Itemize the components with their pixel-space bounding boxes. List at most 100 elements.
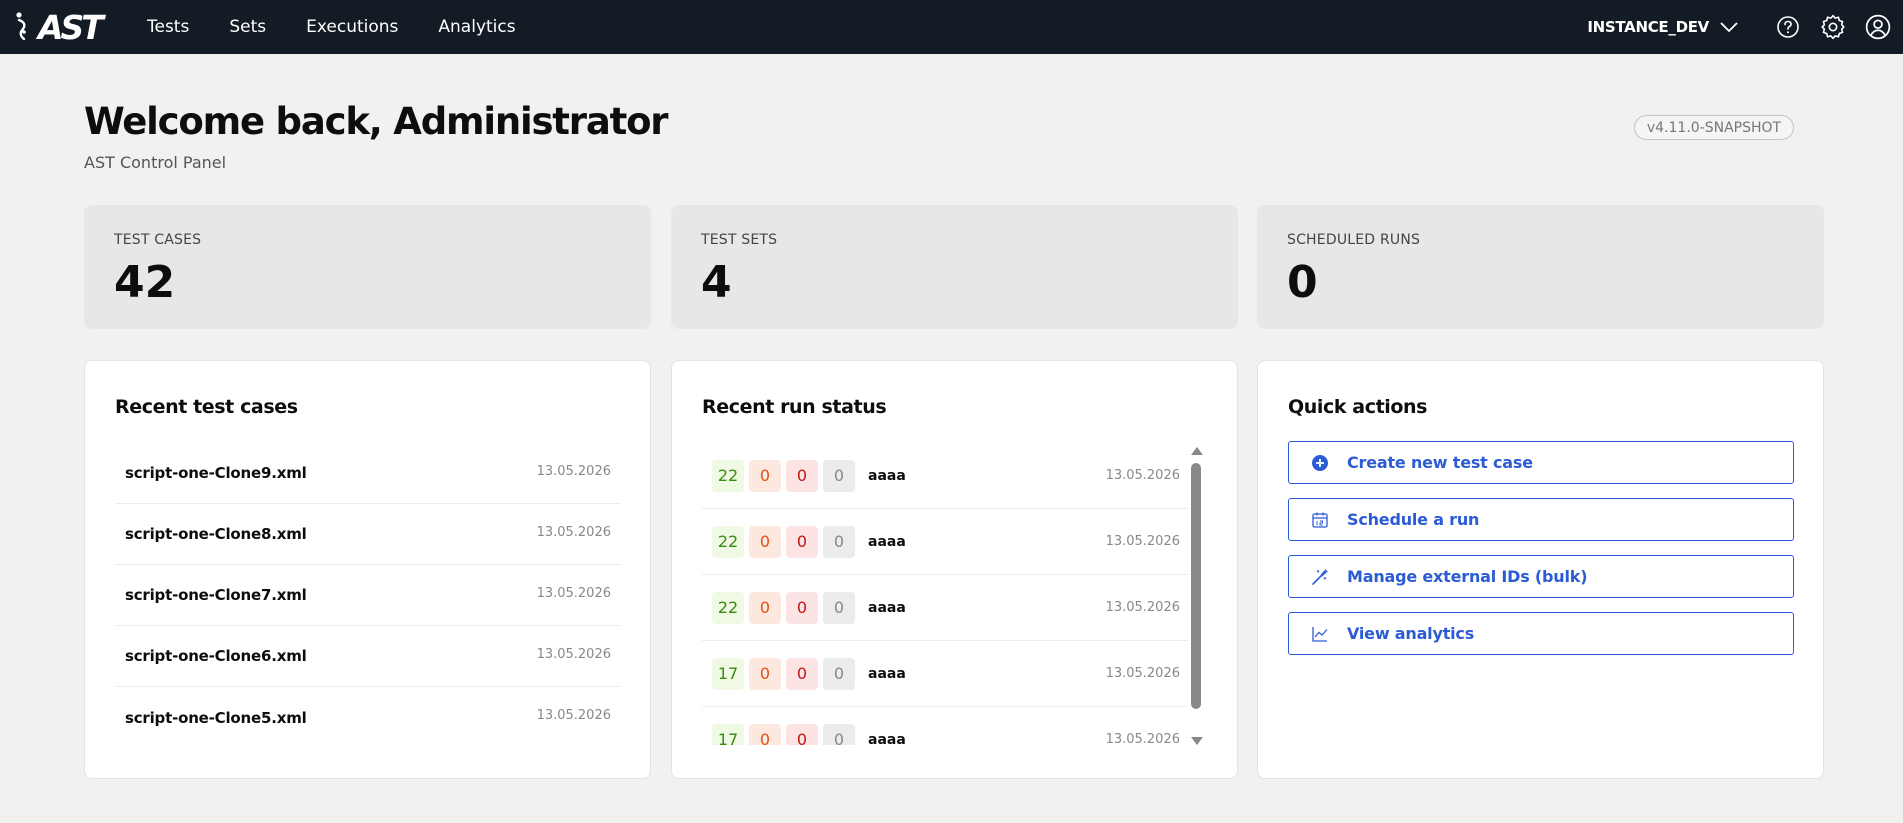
passed-count-badge: 22 bbox=[712, 525, 744, 558]
failed-count-badge: 0 bbox=[749, 657, 781, 690]
run-name: aaaa bbox=[868, 599, 906, 616]
logo-mark-icon bbox=[16, 12, 26, 41]
test-case-date: 13.05.2026 bbox=[536, 646, 611, 662]
error-count-badge: 0 bbox=[786, 591, 818, 624]
stat-card-test-cases[interactable]: TEST CASES 42 bbox=[84, 205, 651, 329]
calendar-icon bbox=[1311, 511, 1329, 529]
skipped-count-badge: 0 bbox=[823, 657, 855, 690]
button-label: Manage external IDs (bulk) bbox=[1347, 567, 1588, 586]
recent-test-cases-panel: Recent test cases script-one-Clone9.xml … bbox=[84, 360, 651, 779]
stat-label: TEST CASES bbox=[114, 232, 202, 248]
list-item[interactable]: script-one-Clone5.xml 13.05.2026 bbox=[115, 687, 621, 748]
recent-run-status-panel: Recent run status 22 0 0 0 aaaa 13.05.20… bbox=[671, 360, 1238, 779]
list-item[interactable]: script-one-Clone9.xml 13.05.2026 bbox=[115, 443, 621, 504]
skipped-count-badge: 0 bbox=[823, 459, 855, 492]
nav-analytics[interactable]: Analytics bbox=[438, 17, 515, 37]
run-name: aaaa bbox=[868, 533, 906, 550]
button-label: View analytics bbox=[1347, 624, 1475, 643]
top-navbar: AST Tests Sets Executions Analytics INST… bbox=[0, 0, 1903, 54]
passed-count-badge: 22 bbox=[712, 459, 744, 492]
failed-count-badge: 0 bbox=[749, 591, 781, 624]
view-analytics-button[interactable]: View analytics bbox=[1288, 612, 1794, 655]
passed-count-badge: 17 bbox=[712, 657, 744, 690]
list-item[interactable]: script-one-Clone7.xml 13.05.2026 bbox=[115, 565, 621, 626]
scroll-down-arrow-icon[interactable] bbox=[1191, 737, 1203, 745]
skipped-count-badge: 0 bbox=[823, 723, 855, 745]
page-subtitle: AST Control Panel bbox=[84, 153, 227, 172]
plus-circle-icon bbox=[1311, 454, 1329, 472]
error-count-badge: 0 bbox=[786, 657, 818, 690]
passed-count-badge: 22 bbox=[712, 591, 744, 624]
scrollbar-thumb[interactable] bbox=[1191, 463, 1201, 709]
manage-external-ids-button[interactable]: Manage external IDs (bulk) bbox=[1288, 555, 1794, 598]
failed-count-badge: 0 bbox=[749, 723, 781, 745]
main-nav: Tests Sets Executions Analytics bbox=[147, 0, 556, 54]
scrollbar[interactable] bbox=[1190, 447, 1203, 747]
chevron-down-icon bbox=[1720, 22, 1738, 33]
panel-title: Recent run status bbox=[702, 396, 887, 418]
stat-label: SCHEDULED RUNS bbox=[1287, 232, 1421, 248]
logo[interactable]: AST bbox=[14, 6, 104, 48]
nav-tests[interactable]: Tests bbox=[147, 17, 189, 37]
error-count-badge: 0 bbox=[786, 525, 818, 558]
test-case-date: 13.05.2026 bbox=[536, 585, 611, 601]
help-icon[interactable] bbox=[1775, 14, 1801, 40]
stat-value: 42 bbox=[114, 257, 176, 308]
error-count-badge: 0 bbox=[786, 459, 818, 492]
chart-line-icon bbox=[1311, 625, 1329, 643]
logo-text: AST bbox=[38, 7, 104, 47]
scroll-up-arrow-icon[interactable] bbox=[1191, 447, 1203, 455]
page-title: Welcome back, Administrator bbox=[84, 100, 669, 143]
failed-count-badge: 0 bbox=[749, 525, 781, 558]
schedule-run-button[interactable]: Schedule a run bbox=[1288, 498, 1794, 541]
quick-actions-list: Create new test case Schedule a run Mana… bbox=[1288, 441, 1794, 669]
instance-name: INSTANCE_DEV bbox=[1587, 18, 1709, 36]
run-date: 13.05.2026 bbox=[1105, 468, 1180, 483]
test-case-date: 13.05.2026 bbox=[536, 524, 611, 540]
magic-wand-icon bbox=[1311, 568, 1329, 586]
nav-executions[interactable]: Executions bbox=[306, 17, 398, 37]
table-row[interactable]: 22 0 0 0 aaaa 13.05.2026 bbox=[702, 509, 1188, 575]
test-case-name: script-one-Clone5.xml bbox=[125, 708, 307, 727]
nav-right: INSTANCE_DEV bbox=[1587, 0, 1903, 54]
stat-value: 0 bbox=[1287, 257, 1318, 308]
skipped-count-badge: 0 bbox=[823, 591, 855, 624]
test-case-name: script-one-Clone6.xml bbox=[125, 647, 307, 665]
quick-actions-panel: Quick actions Create new test case Sched… bbox=[1257, 360, 1824, 779]
run-date: 13.05.2026 bbox=[1105, 534, 1180, 549]
button-label: Schedule a run bbox=[1347, 510, 1480, 529]
panel-title: Recent test cases bbox=[115, 396, 298, 418]
table-row[interactable]: 22 0 0 0 aaaa 13.05.2026 bbox=[702, 575, 1188, 641]
test-case-name: script-one-Clone8.xml bbox=[125, 525, 307, 543]
table-row[interactable]: 17 0 0 0 aaaa 13.05.2026 bbox=[702, 707, 1188, 745]
list-item[interactable]: script-one-Clone8.xml 13.05.2026 bbox=[115, 504, 621, 565]
user-icon[interactable] bbox=[1865, 14, 1891, 40]
stat-card-scheduled-runs[interactable]: SCHEDULED RUNS 0 bbox=[1257, 205, 1824, 329]
run-date: 13.05.2026 bbox=[1105, 600, 1180, 615]
passed-count-badge: 17 bbox=[712, 723, 744, 745]
run-date: 13.05.2026 bbox=[1105, 732, 1180, 745]
test-case-date: 13.05.2026 bbox=[536, 708, 611, 723]
stat-value: 4 bbox=[701, 257, 732, 308]
stat-card-test-sets[interactable]: TEST SETS 4 bbox=[671, 205, 1238, 329]
failed-count-badge: 0 bbox=[749, 459, 781, 492]
button-label: Create new test case bbox=[1347, 453, 1533, 472]
recent-test-cases-list: script-one-Clone9.xml 13.05.2026 script-… bbox=[115, 443, 621, 748]
panel-title: Quick actions bbox=[1288, 396, 1428, 418]
stat-label: TEST SETS bbox=[701, 232, 778, 248]
list-item[interactable]: script-one-Clone6.xml 13.05.2026 bbox=[115, 626, 621, 687]
test-case-date: 13.05.2026 bbox=[536, 463, 611, 479]
table-row[interactable]: 17 0 0 0 aaaa 13.05.2026 bbox=[702, 641, 1188, 707]
test-case-name: script-one-Clone9.xml bbox=[125, 464, 307, 482]
instance-selector[interactable]: INSTANCE_DEV bbox=[1587, 18, 1739, 36]
run-name: aaaa bbox=[868, 665, 906, 682]
nav-sets[interactable]: Sets bbox=[229, 17, 266, 37]
gear-icon[interactable] bbox=[1820, 14, 1846, 40]
test-case-name: script-one-Clone7.xml bbox=[125, 586, 307, 604]
create-test-case-button[interactable]: Create new test case bbox=[1288, 441, 1794, 484]
run-name: aaaa bbox=[868, 731, 906, 746]
recent-runs-list[interactable]: 22 0 0 0 aaaa 13.05.2026 22 0 0 0 aaaa 1… bbox=[702, 443, 1188, 745]
run-name: aaaa bbox=[868, 467, 906, 484]
skipped-count-badge: 0 bbox=[823, 525, 855, 558]
table-row[interactable]: 22 0 0 0 aaaa 13.05.2026 bbox=[702, 443, 1188, 509]
